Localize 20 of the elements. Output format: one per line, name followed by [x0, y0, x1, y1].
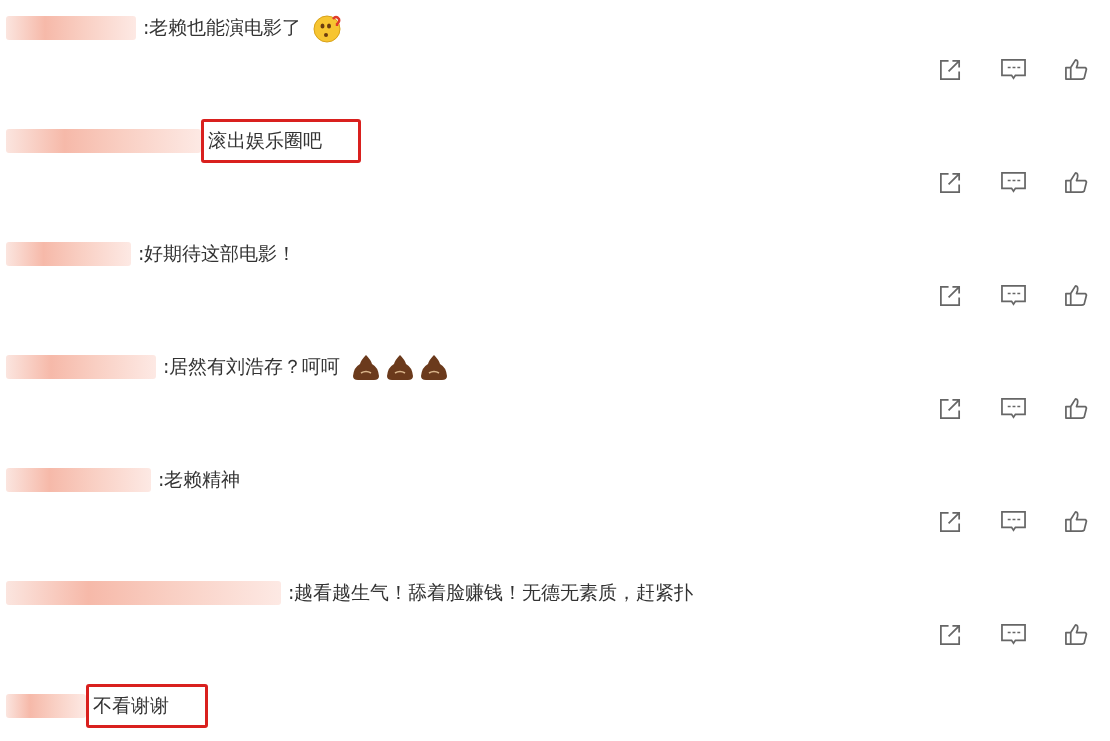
comment-text: :好期待这部电影！ — [137, 241, 298, 266]
like-icon[interactable] — [1063, 621, 1090, 647]
comment-icon[interactable] — [1000, 621, 1027, 647]
comment-text: 不看谢谢 — [86, 684, 208, 728]
comment-icon[interactable] — [1000, 395, 1027, 421]
comment-text: :居然有刘浩存？呵呵 — [162, 354, 342, 379]
comment-text: :老赖精神 — [157, 467, 242, 492]
comment-icon[interactable] — [1000, 282, 1027, 308]
like-icon[interactable] — [1063, 169, 1090, 195]
like-icon[interactable] — [1063, 282, 1090, 308]
comment-text: 滚出娱乐圈吧 — [201, 119, 361, 163]
comment-icon[interactable] — [1000, 508, 1027, 534]
comment-text: :老赖也能演电影了 — [142, 15, 303, 40]
comment-icon[interactable] — [1000, 56, 1027, 82]
puzzled-face-icon — [312, 13, 343, 43]
like-icon[interactable] — [1063, 508, 1090, 534]
comment-text: :越看越生气！舔着脸赚钱！无德无素质，赶紧扑 — [287, 580, 695, 605]
comment-icon[interactable] — [1000, 169, 1027, 195]
like-icon[interactable] — [1063, 395, 1090, 421]
like-icon[interactable] — [1063, 56, 1090, 82]
